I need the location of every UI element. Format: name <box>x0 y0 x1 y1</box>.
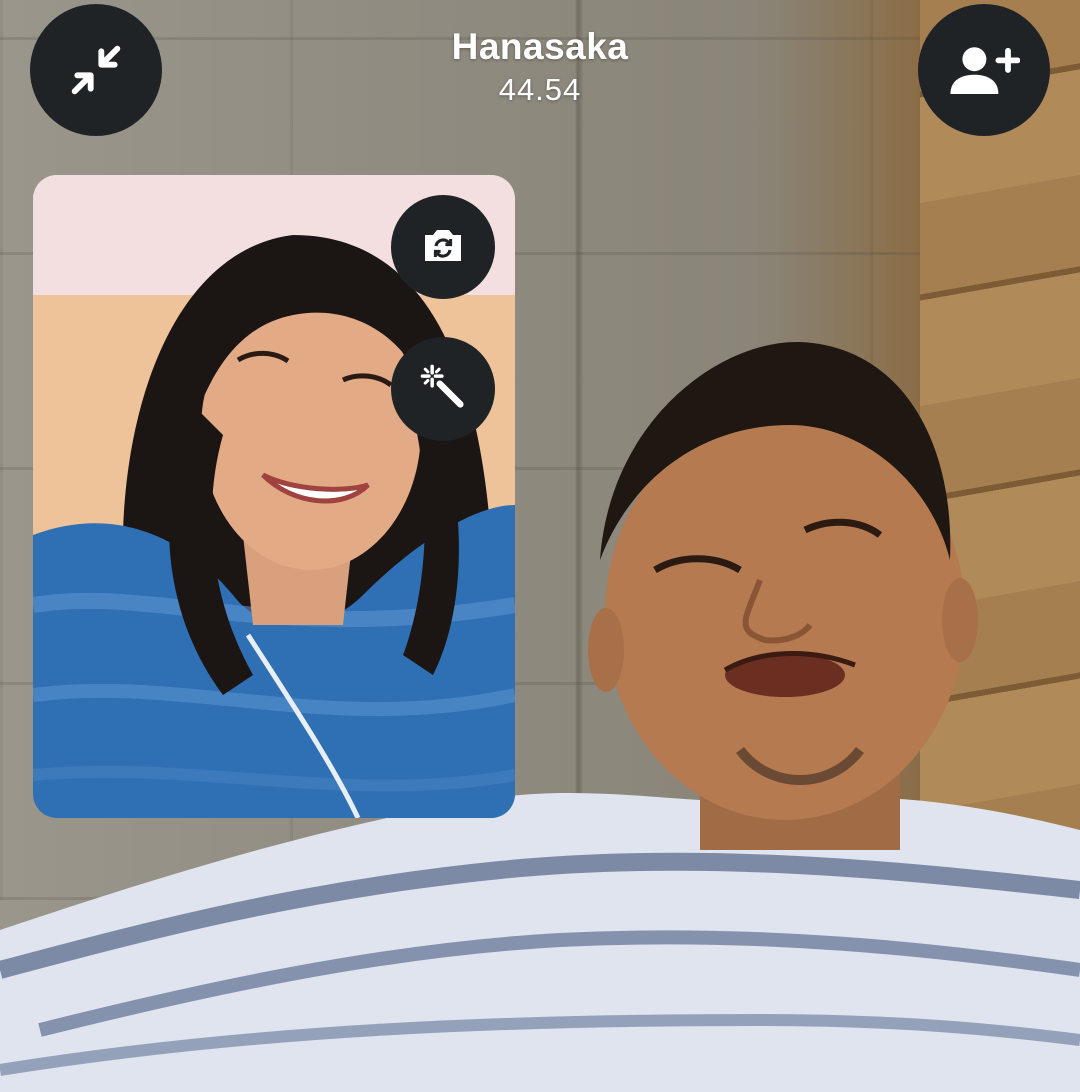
flip-camera-button[interactable] <box>391 195 495 299</box>
collapse-arrows-icon <box>64 38 128 102</box>
add-person-icon <box>948 42 1020 98</box>
video-call-screen: Hanasaka 44.54 <box>0 0 1080 1092</box>
effects-button[interactable] <box>391 337 495 441</box>
self-view[interactable] <box>33 175 515 818</box>
minimize-call-button[interactable] <box>30 4 162 136</box>
caller-info: Hanasaka 44.54 <box>340 24 740 110</box>
magic-wand-icon <box>417 361 469 418</box>
call-timer: 44.54 <box>498 72 582 107</box>
flip-camera-icon <box>419 223 467 272</box>
add-participant-button[interactable] <box>918 4 1050 136</box>
caller-name: Hanasaka <box>451 26 629 67</box>
